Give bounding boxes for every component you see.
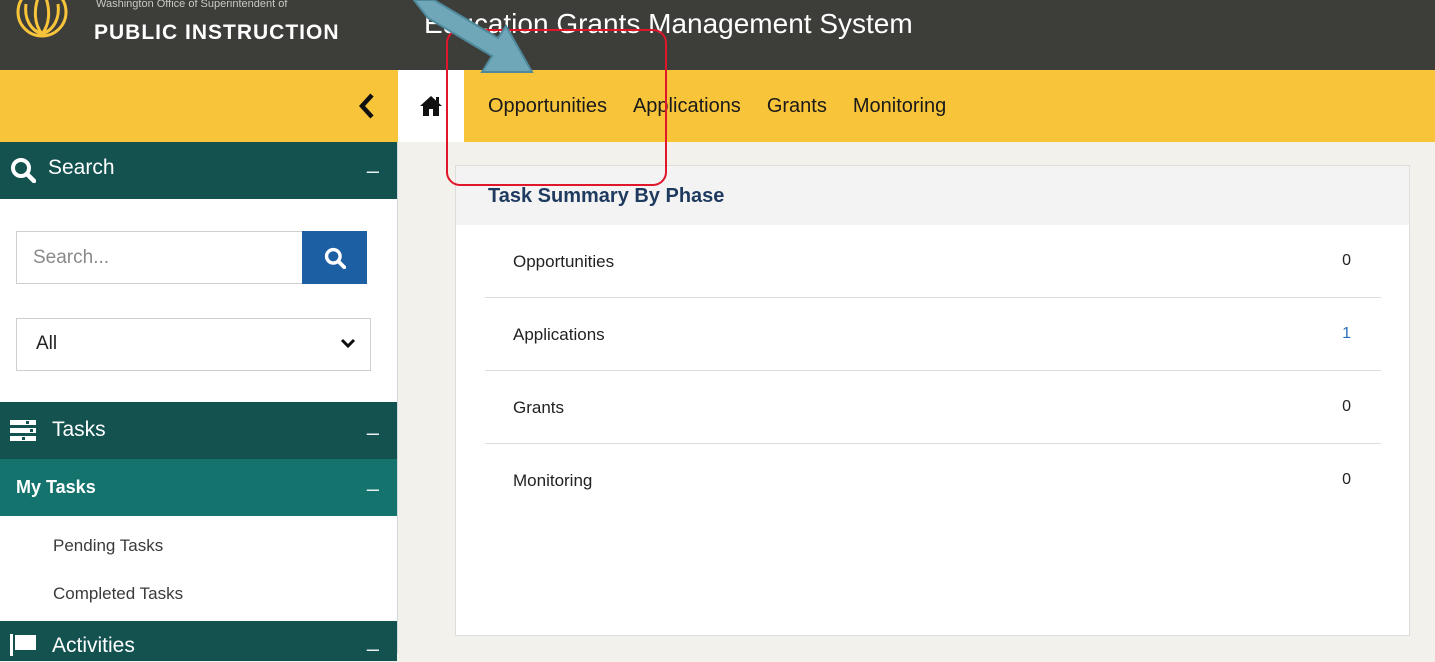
nav-monitoring[interactable]: Monitoring [853, 95, 946, 118]
pending-tasks-label: Pending Tasks [53, 536, 164, 555]
summary-row-opportunities[interactable]: Opportunities 0 [485, 225, 1381, 298]
nav-grants[interactable]: Grants [767, 95, 827, 118]
pointer-arrow-icon [412, 0, 534, 73]
collapse-my-tasks-icon[interactable]: – [367, 476, 379, 502]
tasks-section-title: Tasks [52, 418, 106, 441]
summary-row-label: Monitoring [513, 471, 593, 490]
collapse-search-icon[interactable]: – [367, 158, 379, 184]
chevron-down-icon [340, 338, 356, 349]
home-icon [420, 96, 442, 116]
search-section-title: Search [48, 156, 115, 179]
sidebar: Search – All Tasks – My Tasks – Pending … [0, 142, 398, 661]
summary-row-count-link[interactable]: 1 [1342, 325, 1351, 343]
summary-row-label: Opportunities [513, 252, 615, 271]
task-summary-card: Task Summary By Phase Opportunities 0 Ap… [455, 165, 1410, 636]
summary-row-label: Applications [513, 325, 605, 344]
collapse-sidebar-button[interactable] [352, 88, 382, 124]
summary-row-grants[interactable]: Grants 0 [485, 371, 1381, 444]
search-filter-select[interactable]: All [16, 318, 371, 371]
nav-bar: Opportunities Applications Grants Monito… [0, 70, 1435, 142]
search-filter-value: All [36, 333, 58, 354]
search-icon [11, 158, 36, 183]
tasks-icon [10, 420, 36, 441]
collapse-activities-icon[interactable]: – [367, 636, 379, 662]
summary-row-label: Grants [513, 398, 565, 417]
search-section-header[interactable]: Search – [0, 142, 397, 199]
completed-tasks-link[interactable]: Completed Tasks [0, 570, 397, 618]
top-header: Washington Office of Superintendent of P… [0, 0, 1435, 70]
summary-row-count: 0 [1342, 252, 1351, 269]
search-input[interactable] [16, 231, 302, 284]
completed-tasks-label: Completed Tasks [53, 584, 184, 603]
wheat-logo-icon [16, 0, 68, 38]
summary-row-applications[interactable]: Applications 1 [485, 298, 1381, 371]
my-tasks-header[interactable]: My Tasks – [0, 459, 397, 516]
summary-row-count: 0 [1342, 398, 1351, 415]
my-tasks-title: My Tasks [16, 477, 96, 497]
task-summary-title: Task Summary By Phase [488, 185, 725, 207]
org-name: PUBLIC INSTRUCTION [94, 21, 340, 44]
search-button[interactable] [302, 231, 367, 284]
summary-row-count: 0 [1342, 471, 1351, 488]
search-icon [324, 247, 346, 269]
collapse-tasks-icon[interactable]: – [367, 420, 379, 446]
activities-section-header[interactable]: Activities – [0, 621, 397, 661]
tasks-section-header[interactable]: Tasks – [0, 402, 397, 459]
chevron-left-icon [359, 93, 374, 119]
org-name-small: Washington Office of Superintendent of [96, 0, 288, 10]
pending-tasks-link[interactable]: Pending Tasks [0, 522, 397, 570]
activities-section-title: Activities [52, 634, 135, 657]
summary-row-monitoring[interactable]: Monitoring 0 [485, 444, 1381, 516]
ospi-logo[interactable]: Washington Office of Superintendent of P… [8, 0, 393, 70]
